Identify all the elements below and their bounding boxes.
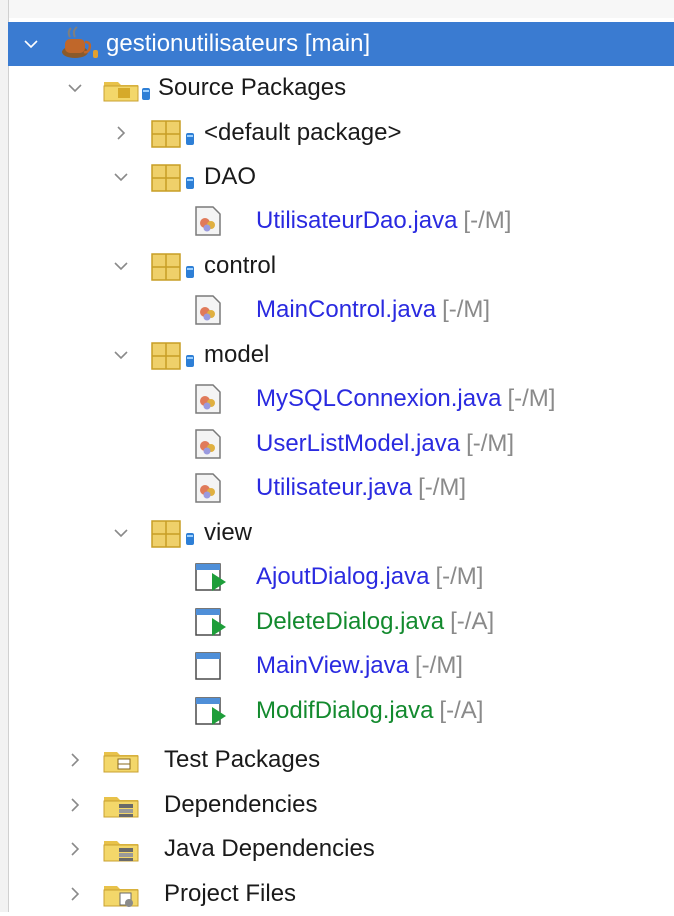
vcs-status: [-/M]: [418, 474, 467, 501]
form-icon: [194, 606, 228, 638]
file-name: ModifDialog.java: [256, 697, 434, 724]
tree-node-test-packages[interactable]: Test Packages: [8, 738, 674, 782]
chevron-right-icon[interactable]: [66, 885, 84, 903]
top-strip: [0, 0, 674, 18]
chevron-down-icon[interactable]: [22, 35, 40, 53]
test-packages-label: Test Packages: [164, 746, 321, 773]
vcs-status: [-/M]: [435, 563, 484, 590]
window-form-icon: [194, 650, 222, 682]
tree-node-java-dependencies[interactable]: Java Dependencies: [8, 827, 674, 871]
tree-node-file[interactable]: ModifDialog.java [-/A]: [8, 689, 674, 733]
vcs-status: [-/M]: [507, 385, 556, 412]
file-name: DeleteDialog.java: [256, 608, 445, 635]
chevron-down-icon[interactable]: [112, 346, 130, 364]
chevron-down-icon[interactable]: [112, 257, 130, 275]
library-folder-icon: [102, 836, 142, 864]
package-name: control: [204, 252, 277, 279]
tree-node-package[interactable]: DAO: [8, 155, 674, 199]
tree-node-file[interactable]: AjoutDialog.java [-/M]: [8, 555, 674, 599]
chevron-down-icon[interactable]: [66, 79, 84, 97]
chevron-right-icon[interactable]: [66, 840, 84, 858]
chevron-down-icon[interactable]: [112, 168, 130, 186]
vcs-status: [-/A]: [450, 608, 495, 635]
project-files-label: Project Files: [164, 880, 297, 907]
tree-node-package[interactable]: control: [8, 244, 674, 288]
package-name: model: [204, 341, 270, 368]
test-folder-icon: [102, 747, 142, 775]
tree-node-file[interactable]: UserListModel.java [-/M]: [8, 422, 674, 466]
java-class-icon: [194, 472, 222, 504]
tree-node-dependencies[interactable]: Dependencies: [8, 783, 674, 827]
project-name: gestionutilisateurs [main]: [106, 30, 371, 57]
file-name: UtilisateurDao.java: [256, 207, 458, 234]
java-class-icon: [194, 205, 222, 237]
java-class-icon: [194, 383, 222, 415]
file-name: Utilisateur.java: [256, 474, 413, 501]
dependencies-label: Dependencies: [164, 791, 318, 818]
tree-node-package[interactable]: <default package>: [8, 111, 674, 155]
chevron-right-icon[interactable]: [112, 124, 130, 142]
vcs-status: [-/M]: [463, 207, 512, 234]
java-class-icon: [194, 428, 222, 460]
vcs-status: [-/M]: [414, 652, 463, 679]
tree-node-package[interactable]: view: [8, 511, 674, 555]
java-class-icon: [194, 294, 222, 326]
vcs-status: [-/M]: [466, 430, 515, 457]
tree-node-package[interactable]: model: [8, 333, 674, 377]
chevron-right-icon[interactable]: [66, 796, 84, 814]
java-dependencies-label: Java Dependencies: [164, 835, 375, 862]
file-name: MainView.java: [256, 652, 409, 679]
chevron-right-icon[interactable]: [66, 751, 84, 769]
library-folder-icon: [102, 792, 142, 820]
form-icon: [194, 561, 228, 593]
tree-node-file[interactable]: MainControl.java [-/M]: [8, 288, 674, 332]
package-icon: [150, 162, 210, 194]
tree-node-file[interactable]: MainView.java [-/M]: [8, 644, 674, 688]
vcs-status: [-/A]: [439, 697, 484, 724]
tree-node-source-packages[interactable]: Source Packages: [8, 66, 674, 110]
tree-node-project[interactable]: gestionutilisateurs [main]: [8, 22, 674, 66]
form-icon: [194, 695, 228, 727]
chevron-down-icon[interactable]: [112, 524, 130, 542]
file-name: AjoutDialog.java: [256, 563, 430, 590]
file-name: MainControl.java: [256, 296, 437, 323]
package-icon: [150, 251, 210, 283]
package-name: <default package>: [204, 119, 402, 146]
tree-node-file[interactable]: MySQLConnexion.java [-/M]: [8, 377, 674, 421]
package-icon: [150, 118, 210, 150]
package-icon: [150, 340, 210, 372]
file-name: MySQLConnexion.java: [256, 385, 502, 412]
tree-node-file[interactable]: UtilisateurDao.java [-/M]: [8, 199, 674, 243]
file-name: UserListModel.java: [256, 430, 461, 457]
vcs-status: [-/M]: [442, 296, 491, 323]
package-name: view: [204, 519, 253, 546]
package-icon: [150, 518, 210, 550]
tree-node-file[interactable]: DeleteDialog.java [-/A]: [8, 600, 674, 644]
package-name: DAO: [204, 163, 257, 190]
source-packages-label: Source Packages: [158, 74, 347, 101]
source-packages-icon: [102, 75, 164, 105]
coffee-cup-icon: [60, 26, 104, 62]
tree-node-project-files[interactable]: Project Files: [8, 872, 674, 916]
tree-node-file[interactable]: Utilisateur.java [-/M]: [8, 466, 674, 510]
project-files-folder-icon: [102, 881, 142, 909]
